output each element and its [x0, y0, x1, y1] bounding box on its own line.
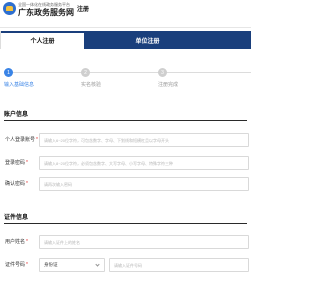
- required-mark: *: [26, 239, 28, 245]
- section-divider: [4, 223, 247, 224]
- registration-steps: 1 2 3 输入基础信息 实名核验 注册完成: [0, 66, 251, 90]
- id-number-label: 证件号码*: [5, 262, 28, 268]
- tab-label: 个人注册: [30, 38, 55, 45]
- required-mark: *: [26, 181, 28, 187]
- certificate-section-title: 证件信息: [4, 215, 29, 221]
- confirm-password-input[interactable]: [39, 177, 249, 191]
- account-section-title: 账户信息: [4, 112, 29, 118]
- password-row: 登录密码*: [0, 156, 251, 170]
- step-2-indicator: 2: [81, 68, 90, 77]
- step-connector: [12, 72, 82, 73]
- tab-personal-registration[interactable]: 个人注册: [0, 31, 85, 49]
- id-type-select[interactable]: 身份证: [39, 258, 105, 272]
- required-mark: *: [26, 262, 28, 268]
- login-account-row: 个人登录账号*: [0, 133, 251, 147]
- id-number-input[interactable]: [109, 258, 249, 272]
- section-divider: [4, 120, 247, 121]
- registration-tabs: 个人注册 单位注册: [0, 31, 251, 49]
- confirm-password-label: 确认密码*: [5, 181, 28, 187]
- brand-name[interactable]: 广东政务服务网: [18, 7, 74, 18]
- login-account-input[interactable]: [39, 133, 249, 147]
- gov-logo-icon[interactable]: [3, 2, 16, 15]
- user-name-input[interactable]: [39, 235, 249, 249]
- step-3-indicator: 3: [158, 68, 167, 77]
- page-title: 注册: [77, 7, 90, 13]
- user-name-label: 用户姓名*: [5, 239, 28, 245]
- step-3-label: 注册完成: [158, 82, 179, 88]
- id-number-row: 证件号码* 身份证: [0, 258, 251, 272]
- password-label: 登录密码*: [5, 160, 28, 166]
- user-name-row: 用户姓名*: [0, 235, 251, 249]
- step-2-label: 实名核验: [81, 82, 102, 88]
- id-type-value: 身份证: [44, 262, 58, 267]
- step-1-indicator: 1: [4, 68, 13, 77]
- step-connector: [166, 72, 251, 73]
- step-connector: [89, 72, 159, 73]
- chevron-down-icon: [95, 262, 100, 267]
- step-1-label: 输入基础信息: [4, 82, 35, 88]
- required-mark: *: [36, 137, 38, 143]
- confirm-password-row: 确认密码*: [0, 177, 251, 191]
- required-mark: *: [26, 160, 28, 166]
- login-account-label: 个人登录账号*: [5, 137, 38, 143]
- tab-label: 单位注册: [135, 38, 160, 45]
- tab-unit-registration[interactable]: 单位注册: [84, 31, 251, 49]
- password-input[interactable]: [39, 156, 249, 170]
- site-header: 全国一体化在线政务服务平台 广东政务服务网 注册: [0, 0, 251, 28]
